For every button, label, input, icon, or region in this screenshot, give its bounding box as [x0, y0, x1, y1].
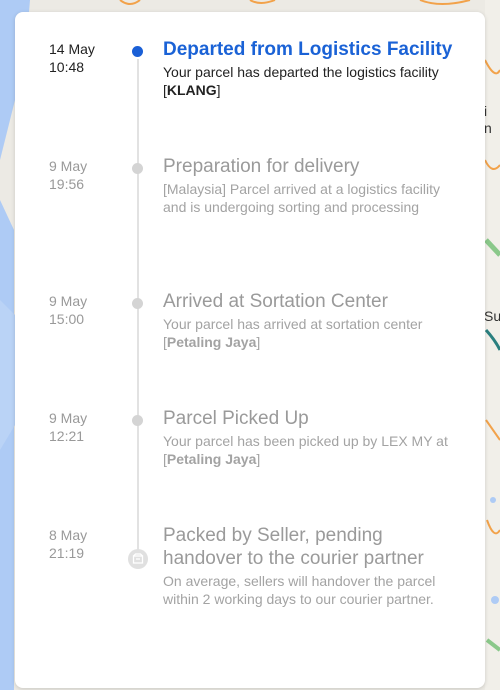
timeline-dot: [132, 415, 143, 426]
location-name: Petaling Jaya: [166, 334, 257, 350]
event-content: Preparation for delivery [Malaysia] Parc…: [163, 155, 463, 216]
tracking-card: 14 May 10:48 Departed from Logistics Fac…: [15, 12, 485, 688]
event-title: Arrived at Sortation Center: [163, 291, 388, 312]
map-label: n: [484, 120, 492, 136]
event-datetime: 8 May 21:19: [49, 526, 119, 562]
event-description: Your parcel has been picked up by LEX MY…: [163, 433, 448, 467]
event-title: Departed from Logistics Facility: [163, 39, 453, 60]
location-name: Petaling Jaya: [166, 451, 257, 467]
event-time: 10:48: [49, 59, 85, 75]
event-description: On average, sellers will handover the pa…: [163, 573, 436, 607]
event-description: [Malaysia] Parcel arrived at a logistics…: [163, 181, 440, 215]
event-datetime: 9 May 19:56: [49, 157, 119, 193]
event-content: Parcel Picked Up Your parcel has been pi…: [163, 407, 463, 468]
event-time: 21:19: [49, 545, 85, 561]
location-name: KLANG: [166, 82, 217, 98]
map-label: Su: [484, 308, 500, 324]
event-description: Your parcel has arrived at sortation cen…: [163, 316, 423, 350]
event-title: Parcel Picked Up: [163, 408, 309, 429]
event-time: 19:56: [49, 176, 85, 192]
event-content: Departed from Logistics Facility Your pa…: [163, 38, 463, 99]
event-title: Preparation for delivery: [163, 156, 360, 177]
package-icon: [128, 549, 148, 569]
event-content: Packed by Seller, pending handover to th…: [163, 524, 463, 608]
event-datetime: 14 May 10:48: [49, 40, 119, 76]
event-description: Your parcel has departed the logistics f…: [163, 64, 439, 98]
timeline-dot: [132, 46, 143, 57]
event-time: 12:21: [49, 428, 85, 444]
timeline-line: [137, 59, 139, 559]
event-time: 15:00: [49, 311, 85, 327]
timeline-dot: [132, 298, 143, 309]
event-date: 14 May: [49, 41, 95, 57]
event-datetime: 9 May 12:21: [49, 409, 119, 445]
event-date: 9 May: [49, 158, 88, 174]
event-date: 9 May: [49, 410, 88, 426]
timeline-dot: [132, 163, 143, 174]
event-title: Packed by Seller, pending handover to th…: [163, 525, 424, 569]
event-date: 9 May: [49, 293, 88, 309]
event-date: 8 May: [49, 527, 88, 543]
event-content: Arrived at Sortation Center Your parcel …: [163, 290, 463, 351]
event-datetime: 9 May 15:00: [49, 292, 119, 328]
